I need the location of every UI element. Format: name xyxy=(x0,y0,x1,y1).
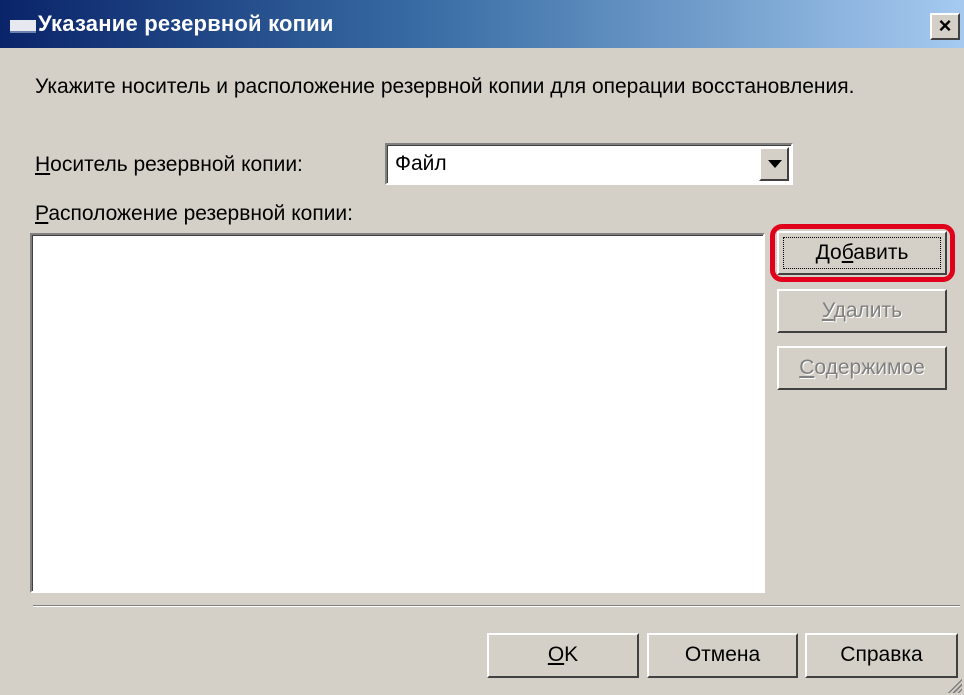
window-icon xyxy=(10,20,36,33)
contents-button[interactable]: Содержимое xyxy=(777,346,947,390)
cancel-button-label: Отмена xyxy=(684,643,761,666)
cancel-button[interactable]: Отмена xyxy=(647,633,798,678)
media-select-value: Файл xyxy=(395,152,447,175)
help-button-label: Справка xyxy=(840,643,923,666)
location-list[interactable] xyxy=(30,233,765,593)
close-icon: × xyxy=(938,13,952,38)
title-bar: Указание резервной копии × xyxy=(0,0,964,48)
remove-button[interactable]: Удалить xyxy=(777,289,947,333)
chevron-down-icon[interactable] xyxy=(759,147,789,181)
media-label: Носитель резервной копии: xyxy=(35,153,303,176)
contents-button-label: Содержимое xyxy=(799,356,925,379)
window-title: Указание резервной копии xyxy=(38,11,334,36)
ok-button-label: OK xyxy=(547,643,579,666)
media-select[interactable]: Файл xyxy=(385,143,793,185)
location-label: Расположение резервной копии: xyxy=(35,202,353,225)
resize-grip[interactable] xyxy=(946,677,962,693)
footer-separator xyxy=(33,605,960,607)
help-button[interactable]: Справка xyxy=(805,633,958,678)
instruction-text: Укажите носитель и расположение резервно… xyxy=(35,75,855,98)
close-button[interactable]: × xyxy=(930,13,960,40)
add-button[interactable]: Добавить xyxy=(777,231,947,275)
ok-button[interactable]: OK xyxy=(487,633,639,678)
remove-button-label: Удалить xyxy=(821,299,903,322)
add-button-label: Добавить xyxy=(815,241,909,264)
